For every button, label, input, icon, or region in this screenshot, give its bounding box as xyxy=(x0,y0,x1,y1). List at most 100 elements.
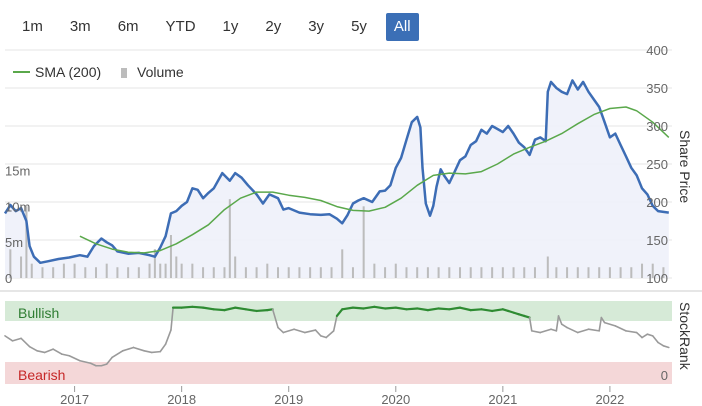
stockrank-segment xyxy=(320,335,327,339)
stockrank-segment xyxy=(530,330,542,334)
legend-volume-label[interactable]: Volume xyxy=(137,64,184,80)
volume-bar-front xyxy=(491,267,494,278)
volume-bar-front xyxy=(228,199,231,278)
stockrank-segment xyxy=(164,329,172,345)
stockrank-segment xyxy=(314,329,322,337)
volume-bar-front xyxy=(191,263,194,278)
stockrank-segment xyxy=(539,328,552,334)
volume-bar-front xyxy=(608,267,611,278)
volume-bar-front xyxy=(587,267,590,278)
stockrank-segment xyxy=(68,354,81,362)
volume-bar-front xyxy=(619,267,622,278)
volume-bar-front xyxy=(127,267,130,278)
volume-bar-front xyxy=(566,267,569,278)
stockrank-segment xyxy=(469,308,483,312)
volume-bar-front xyxy=(501,267,504,278)
volume-bar-front xyxy=(202,267,205,278)
price-tick-label: 250 xyxy=(646,157,668,172)
volume-tick-label: 15m xyxy=(5,164,30,179)
price-tick-label: 350 xyxy=(646,81,668,96)
volume-tick-label: 5m xyxy=(5,235,23,250)
volume-bar-front xyxy=(416,267,419,278)
price-tick-label: 150 xyxy=(646,233,668,248)
volume-bar-front xyxy=(448,267,451,278)
stockrank-axis-title: StockRank xyxy=(677,302,693,371)
legend: SMA (200) Volume xyxy=(13,64,184,80)
volume-bar-front xyxy=(309,267,312,278)
stockrank-segment xyxy=(111,349,124,359)
volume-bar-front xyxy=(341,249,344,278)
price-tick-label: 100 xyxy=(646,271,668,286)
volume-bar-front xyxy=(298,267,301,278)
volume-tick-label: 10m xyxy=(5,199,30,214)
bearish-label: Bearish xyxy=(18,367,65,383)
volume-bar-front xyxy=(105,263,108,278)
stockrank-segment xyxy=(325,330,335,339)
stockrank-segment xyxy=(143,349,153,354)
stockrank-segment xyxy=(4,335,14,342)
stockrank-min-label: 0 xyxy=(661,368,668,383)
volume-tick-label: 0 xyxy=(5,271,12,286)
price-tick-label: 300 xyxy=(646,119,668,134)
volume-bar-front xyxy=(41,267,44,278)
stockrank-segment xyxy=(303,329,317,334)
volume-bar-front xyxy=(277,267,280,278)
stockrank-segment xyxy=(646,333,654,337)
volume-bar-front xyxy=(576,267,579,278)
volume-bar-front xyxy=(533,267,536,278)
volume-bar-front xyxy=(523,267,526,278)
stockrank-segment xyxy=(132,346,145,352)
stockrank-segment xyxy=(566,326,579,334)
volume-bar-front xyxy=(330,267,333,278)
volume-bar-front xyxy=(20,256,23,278)
volume-bar-front xyxy=(546,256,549,278)
volume-bar-front xyxy=(164,263,167,278)
price-plot xyxy=(3,79,670,279)
volume-bar-front xyxy=(405,267,408,278)
volume-bar-front xyxy=(148,263,151,278)
stockrank-segment xyxy=(20,337,31,348)
stockrank-segment xyxy=(383,306,397,310)
volume-bar-front xyxy=(459,267,462,278)
x-tick-label: 2018 xyxy=(167,392,196,406)
price-tick-label: 200 xyxy=(646,195,668,210)
volume-bar-front xyxy=(244,267,247,278)
stockrank-segment xyxy=(662,345,670,349)
stockrank-segment xyxy=(277,326,285,334)
volume-bar-front xyxy=(169,235,172,278)
stockrank-segment xyxy=(614,325,627,332)
volume-bar-front xyxy=(512,267,515,278)
volume-bar-front xyxy=(630,267,633,278)
stockrank-segment xyxy=(560,323,568,329)
volume-bar-front xyxy=(84,267,87,278)
stockrank-segment xyxy=(603,321,617,327)
volume-bar-front xyxy=(394,263,397,278)
bullish-label: Bullish xyxy=(18,305,59,321)
volume-bar-front xyxy=(30,263,33,278)
x-tick-label: 2022 xyxy=(595,392,624,406)
stockrank-segment xyxy=(437,307,451,311)
volume-bar-front xyxy=(137,267,140,278)
x-tick-label: 2021 xyxy=(488,392,517,406)
stockrank-segment xyxy=(28,345,38,352)
price-area xyxy=(5,80,669,279)
volume-bar-front xyxy=(373,263,376,278)
stockrank-segment xyxy=(150,350,162,354)
x-tick-label: 2019 xyxy=(274,392,303,406)
volume-bar-front xyxy=(255,267,258,278)
price-axis-title: Share Price xyxy=(677,130,693,203)
stockrank-segment xyxy=(11,337,22,342)
stockrank-segment xyxy=(351,306,365,310)
legend-sma-label[interactable]: SMA (200) xyxy=(35,64,101,80)
bullish-band xyxy=(5,301,672,321)
volume-bar-front xyxy=(212,267,215,278)
legend-volume-swatch xyxy=(121,68,127,78)
stockrank-segment xyxy=(587,328,600,332)
volume-bar-front xyxy=(234,256,237,278)
volume-bar-front xyxy=(641,263,644,278)
x-tick-label: 2017 xyxy=(60,392,89,406)
volume-bar-front xyxy=(555,267,558,278)
volume-bar-front xyxy=(437,267,440,278)
volume-bar-front xyxy=(469,267,472,278)
volume-bar-front xyxy=(180,263,183,278)
